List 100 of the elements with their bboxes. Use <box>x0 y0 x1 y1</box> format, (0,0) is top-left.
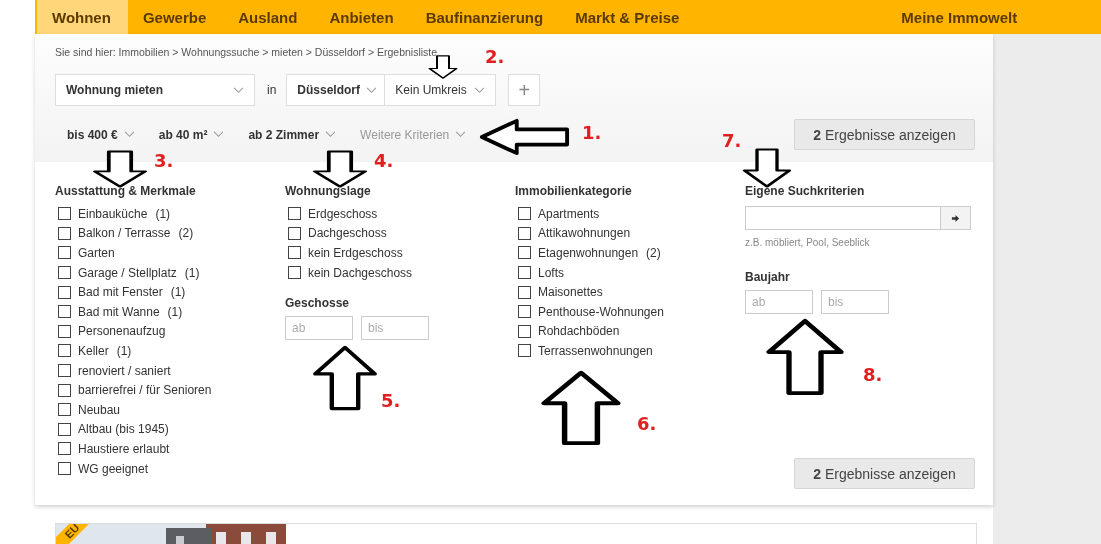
checkbox-option[interactable]: Penthouse-Wohnungen <box>515 301 664 322</box>
checkbox-option[interactable]: Bad mit Fenster (1) <box>55 282 186 302</box>
chevron-icon <box>474 86 486 94</box>
checkbox-option[interactable]: Apartments <box>515 204 600 224</box>
checkbox[interactable] <box>288 226 301 240</box>
checkbox[interactable] <box>288 207 301 221</box>
checkbox-option[interactable]: Terrassenwohnungen <box>515 341 653 361</box>
checkbox[interactable] <box>58 305 71 319</box>
checkbox[interactable] <box>58 207 71 221</box>
annotation-number: 8. <box>863 364 883 385</box>
checkbox[interactable] <box>518 285 531 299</box>
checkbox[interactable] <box>58 462 71 475</box>
section-heading: Wohnungslage <box>285 184 371 198</box>
nav-tab[interactable]: Ausland <box>223 0 315 34</box>
checkbox[interactable] <box>518 266 531 280</box>
checkbox[interactable] <box>58 442 71 456</box>
show-results-button[interactable]: 2 Ergebnisse anzeigen <box>794 458 975 490</box>
checkbox-option[interactable]: Rohdachböden <box>515 321 620 342</box>
checkbox[interactable] <box>58 344 71 358</box>
checkbox[interactable] <box>518 226 531 240</box>
checkbox[interactable] <box>288 266 301 280</box>
from-input[interactable]: ab <box>285 316 353 341</box>
chevron-icon <box>123 131 135 138</box>
radius-select[interactable]: Kein Umkreis <box>385 74 497 106</box>
to-input[interactable]: bis <box>361 316 429 341</box>
chevron-icon <box>325 131 337 138</box>
input-hint: z.B. möbliert, Pool, Seeblick <box>745 237 870 248</box>
result-card[interactable]: EU <box>55 523 977 544</box>
checkbox-option[interactable]: Bad mit Wanne (1) <box>55 301 183 322</box>
checkbox-option[interactable]: Garten <box>55 243 115 263</box>
checkbox[interactable] <box>288 246 301 260</box>
checkbox-option[interactable]: kein Dachgeschoss <box>285 262 413 283</box>
nav-tab[interactable]: Anbieten <box>314 0 411 34</box>
checkbox[interactable] <box>518 324 531 338</box>
checkbox-option[interactable]: Lofts <box>515 262 564 283</box>
checkbox[interactable] <box>58 226 71 240</box>
checkbox[interactable] <box>58 246 71 260</box>
checkbox[interactable] <box>518 207 531 221</box>
annotation-number: 7. <box>722 130 742 151</box>
nav-tab[interactable]: Wohnen <box>37 0 128 34</box>
checkbox[interactable] <box>518 305 531 319</box>
chevron-icon <box>366 86 378 94</box>
checkbox[interactable] <box>58 285 71 299</box>
checkbox-option[interactable]: barrierefrei / für Senioren <box>55 380 212 400</box>
chevron-icon <box>233 86 244 94</box>
checkbox[interactable] <box>58 266 71 280</box>
checkbox[interactable] <box>58 422 71 436</box>
checkbox-option[interactable]: Erdgeschoss <box>285 204 378 224</box>
checkbox-option[interactable]: WG geeignet <box>55 458 149 479</box>
checkbox-option[interactable]: Einbauküche (1) <box>55 204 171 224</box>
from-input[interactable]: ab <box>745 290 813 314</box>
show-results-button[interactable]: 2 Ergebnisse anzeigen <box>794 119 975 150</box>
city-select[interactable]: Düsseldorf <box>286 74 386 106</box>
annotation-number: 5. <box>381 390 401 411</box>
checkbox-option[interactable]: Haustiere erlaubt <box>55 439 170 459</box>
annotation-number: 3. <box>154 150 174 171</box>
property-type-select[interactable]: Wohnung mieten <box>55 74 255 106</box>
nav-tab[interactable]: Markt & Preise <box>560 0 697 34</box>
checkbox-option[interactable]: Personenaufzug <box>55 321 166 342</box>
checkbox-option[interactable]: Attikawohnungen <box>515 223 631 244</box>
nav-tab[interactable]: Baufinanzierung <box>410 0 561 34</box>
section-heading: Ausstattung & Merkmale <box>55 184 196 198</box>
nav-tab[interactable]: Gewerbe <box>127 0 224 34</box>
checkbox[interactable] <box>518 246 531 260</box>
annotation-number: 1. <box>582 122 602 143</box>
chevron-icon <box>213 131 225 138</box>
annotation-number: 6. <box>637 413 657 434</box>
checkbox-option[interactable]: Neubau <box>55 399 121 420</box>
checkbox[interactable] <box>58 324 71 338</box>
checkbox-option[interactable]: Dachgeschoss <box>285 223 387 244</box>
add-location-button[interactable]: + <box>508 74 541 106</box>
checkbox[interactable] <box>58 383 71 397</box>
checkbox[interactable] <box>58 403 71 417</box>
annotation-number: 2. <box>485 46 505 67</box>
checkbox[interactable] <box>58 364 71 378</box>
annotation-arrow <box>312 345 378 411</box>
checkbox-option[interactable]: Etagenwohnungen (2) <box>515 243 661 263</box>
annotation-number: 4. <box>374 150 394 171</box>
checkbox-option[interactable]: Keller (1) <box>55 341 132 361</box>
in-label: in <box>267 83 277 97</box>
submit-button[interactable] <box>941 206 971 230</box>
criteria-input[interactable] <box>745 206 941 230</box>
checkbox-option[interactable]: Altbau (bis 1945) <box>55 419 169 440</box>
breadcrumb: Sie sind hier: Immobilien > Wohnungssuche > mieten > Düsseldorf > Ergebnisliste <box>55 46 438 58</box>
filter-dropdown[interactable]: bis 400 € <box>67 127 135 142</box>
annotation-arrow <box>312 150 368 188</box>
chevron-icon <box>455 131 467 138</box>
filter-dropdown[interactable]: ab 40 m² <box>158 127 225 142</box>
checkbox-option[interactable]: Maisonettes <box>515 282 603 302</box>
section-heading: Immobilienkategorie <box>515 184 632 198</box>
arrow-right-icon <box>951 213 960 223</box>
checkbox-option[interactable]: Balkon / Terrasse (2) <box>55 223 194 244</box>
filter-dropdown[interactable]: ab 2 Zimmer <box>248 127 337 142</box>
to-input[interactable]: bis <box>821 290 889 314</box>
checkbox-option[interactable]: renoviert / saniert <box>55 360 171 381</box>
section-heading: Baujahr <box>745 270 790 284</box>
checkbox-option[interactable]: Garage / Stellplatz (1) <box>55 262 200 283</box>
checkbox[interactable] <box>518 344 531 358</box>
account-link[interactable]: Meine Immowelt <box>886 0 1035 34</box>
checkbox-option[interactable]: kein Erdgeschoss <box>285 243 403 263</box>
